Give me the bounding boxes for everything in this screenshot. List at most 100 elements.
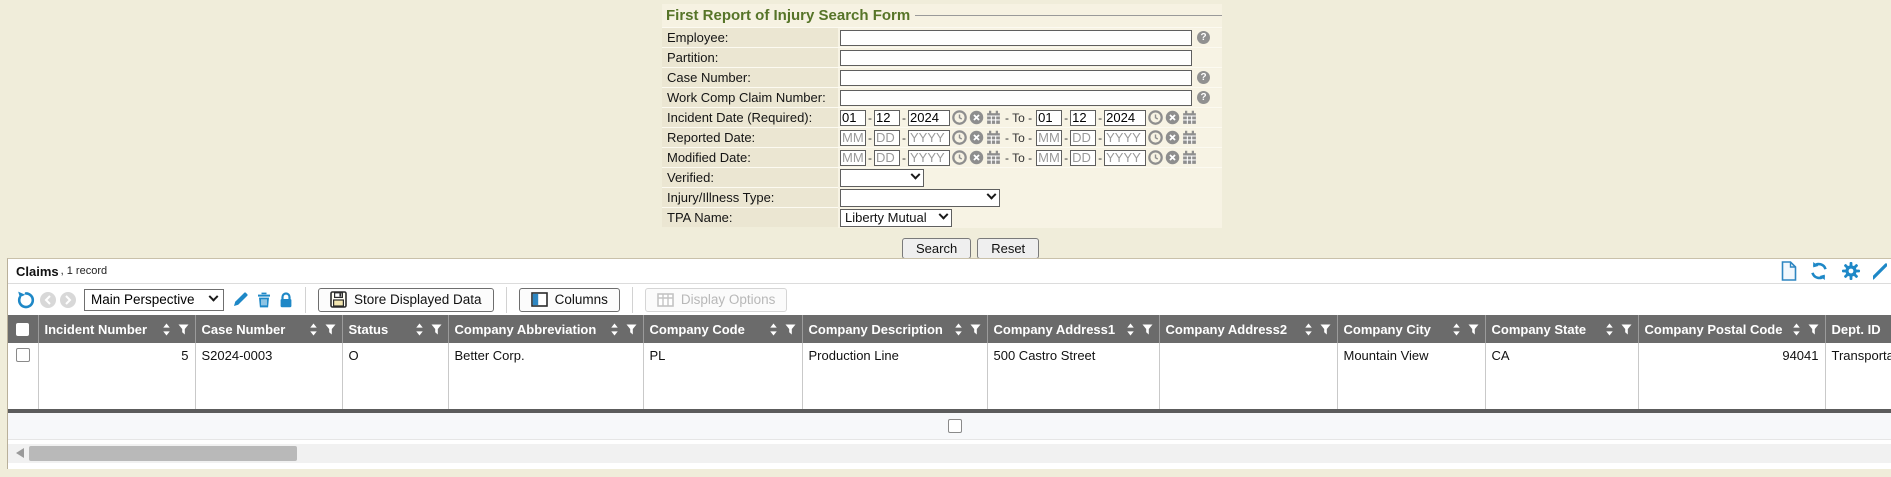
incident-date-to-dd[interactable] xyxy=(1070,110,1096,126)
employee-help-icon[interactable]: ? xyxy=(1197,31,1210,44)
calendar-icon[interactable] xyxy=(986,130,1001,145)
next-perspective-icon[interactable] xyxy=(60,292,76,308)
case-number-input[interactable] xyxy=(840,70,1192,86)
filter-funnel-icon[interactable] xyxy=(1320,324,1331,335)
modified-date-from-dd[interactable] xyxy=(874,150,900,166)
filter-funnel-icon[interactable] xyxy=(178,324,189,335)
sort-icon[interactable] xyxy=(415,323,424,336)
clock-icon[interactable] xyxy=(952,130,967,145)
column-header-company-postal-code[interactable]: Company Postal Code xyxy=(1638,315,1825,343)
horizontal-scrollbar[interactable] xyxy=(8,444,1891,463)
sort-icon[interactable] xyxy=(769,323,778,336)
filter-funnel-icon[interactable] xyxy=(626,324,637,335)
filter-funnel-icon[interactable] xyxy=(325,324,336,335)
row-checkbox[interactable] xyxy=(16,348,30,362)
clock-icon[interactable] xyxy=(1148,150,1163,165)
reported-date-from-yyyy[interactable] xyxy=(908,130,950,146)
reset-button[interactable]: Reset xyxy=(977,238,1039,259)
clear-date-icon[interactable] xyxy=(969,110,984,125)
incident-date-from-mm[interactable] xyxy=(840,110,866,126)
filter-funnel-icon[interactable] xyxy=(431,324,442,335)
incident-date-from-dd[interactable] xyxy=(874,110,900,126)
column-header-dept-id[interactable]: Dept. ID xyxy=(1825,315,1891,343)
reported-date-to-yyyy[interactable] xyxy=(1104,130,1146,146)
clear-date-icon[interactable] xyxy=(1165,150,1180,165)
calendar-icon[interactable] xyxy=(1182,150,1197,165)
sort-icon[interactable] xyxy=(1792,323,1801,336)
column-header-company-code[interactable]: Company Code xyxy=(643,315,802,343)
search-button[interactable]: Search xyxy=(902,238,971,259)
verified-select[interactable] xyxy=(840,169,924,187)
undo-icon[interactable] xyxy=(16,290,36,310)
filter-funnel-icon[interactable] xyxy=(1621,324,1632,335)
case-number-help-icon[interactable]: ? xyxy=(1197,71,1210,84)
columns-button[interactable]: Columns xyxy=(519,288,620,312)
sort-icon[interactable] xyxy=(1126,323,1135,336)
incident-date-to-mm[interactable] xyxy=(1036,110,1062,126)
filter-funnel-icon[interactable] xyxy=(1808,324,1819,335)
employee-input[interactable] xyxy=(840,30,1192,46)
reported-date-to-dd[interactable] xyxy=(1070,130,1096,146)
clear-date-icon[interactable] xyxy=(1165,110,1180,125)
sort-icon[interactable] xyxy=(1605,323,1614,336)
clock-icon[interactable] xyxy=(1148,110,1163,125)
previous-perspective-icon[interactable] xyxy=(40,292,56,308)
modified-date-to-mm[interactable] xyxy=(1036,150,1062,166)
clear-date-icon[interactable] xyxy=(969,150,984,165)
footer-checkbox[interactable] xyxy=(948,419,962,433)
scroll-left-arrow-icon[interactable] xyxy=(16,448,24,458)
column-header-company-abbreviation[interactable]: Company Abbreviation xyxy=(448,315,643,343)
modified-date-to-dd[interactable] xyxy=(1070,150,1096,166)
column-header-case-number[interactable]: Case Number xyxy=(195,315,342,343)
work-comp-claim-number-help-icon[interactable]: ? xyxy=(1197,91,1210,104)
injury-illness-type-select[interactable] xyxy=(840,189,1000,207)
filter-funnel-icon[interactable] xyxy=(1142,324,1153,335)
calendar-icon[interactable] xyxy=(1182,130,1197,145)
work-comp-claim-number-input[interactable] xyxy=(840,90,1192,106)
tpa-name-select[interactable]: Liberty Mutual xyxy=(840,209,952,227)
clock-icon[interactable] xyxy=(952,150,967,165)
sort-icon[interactable] xyxy=(162,323,171,336)
clipped-edge-icon[interactable] xyxy=(1873,262,1887,280)
sort-icon[interactable] xyxy=(954,323,963,336)
scrollbar-thumb[interactable] xyxy=(29,446,297,461)
reported-date-to-mm[interactable] xyxy=(1036,130,1062,146)
calendar-icon[interactable] xyxy=(986,150,1001,165)
calendar-icon[interactable] xyxy=(986,110,1001,125)
sort-icon[interactable] xyxy=(1452,323,1461,336)
filter-funnel-icon[interactable] xyxy=(970,324,981,335)
reported-date-from-mm[interactable] xyxy=(840,130,866,146)
clear-date-icon[interactable] xyxy=(969,130,984,145)
gear-icon[interactable] xyxy=(1841,261,1861,281)
table-row[interactable]: 5 S2024-0003 O Better Corp. PL Productio… xyxy=(8,343,1891,409)
partition-input[interactable] xyxy=(840,50,1192,66)
sort-icon[interactable] xyxy=(1304,323,1313,336)
edit-pencil-icon[interactable] xyxy=(232,291,249,308)
refresh-icon[interactable] xyxy=(1809,261,1829,281)
modified-date-to-yyyy[interactable] xyxy=(1104,150,1146,166)
clock-icon[interactable] xyxy=(952,110,967,125)
filter-funnel-icon[interactable] xyxy=(1468,324,1479,335)
incident-date-to-yyyy[interactable] xyxy=(1104,110,1146,126)
column-header-incident-number[interactable]: Incident Number xyxy=(38,315,195,343)
perspective-select[interactable]: Main Perspective xyxy=(84,289,224,311)
column-header-company-state[interactable]: Company State xyxy=(1485,315,1638,343)
filter-funnel-icon[interactable] xyxy=(785,324,796,335)
modified-date-from-mm[interactable] xyxy=(840,150,866,166)
clock-icon[interactable] xyxy=(1148,130,1163,145)
select-all-checkbox[interactable] xyxy=(16,323,29,336)
column-header-company-description[interactable]: Company Description xyxy=(802,315,987,343)
column-header-company-address1[interactable]: Company Address1 xyxy=(987,315,1159,343)
column-header-company-address2[interactable]: Company Address2 xyxy=(1159,315,1337,343)
reported-date-from-dd[interactable] xyxy=(874,130,900,146)
column-header-company-city[interactable]: Company City xyxy=(1337,315,1485,343)
incident-date-from-yyyy[interactable] xyxy=(908,110,950,126)
clear-date-icon[interactable] xyxy=(1165,130,1180,145)
modified-date-from-yyyy[interactable] xyxy=(908,150,950,166)
calendar-icon[interactable] xyxy=(1182,110,1197,125)
sort-icon[interactable] xyxy=(309,323,318,336)
store-displayed-data-button[interactable]: Store Displayed Data xyxy=(318,288,494,312)
lock-icon[interactable] xyxy=(279,292,293,308)
sort-icon[interactable] xyxy=(610,323,619,336)
new-document-icon[interactable] xyxy=(1780,261,1797,281)
